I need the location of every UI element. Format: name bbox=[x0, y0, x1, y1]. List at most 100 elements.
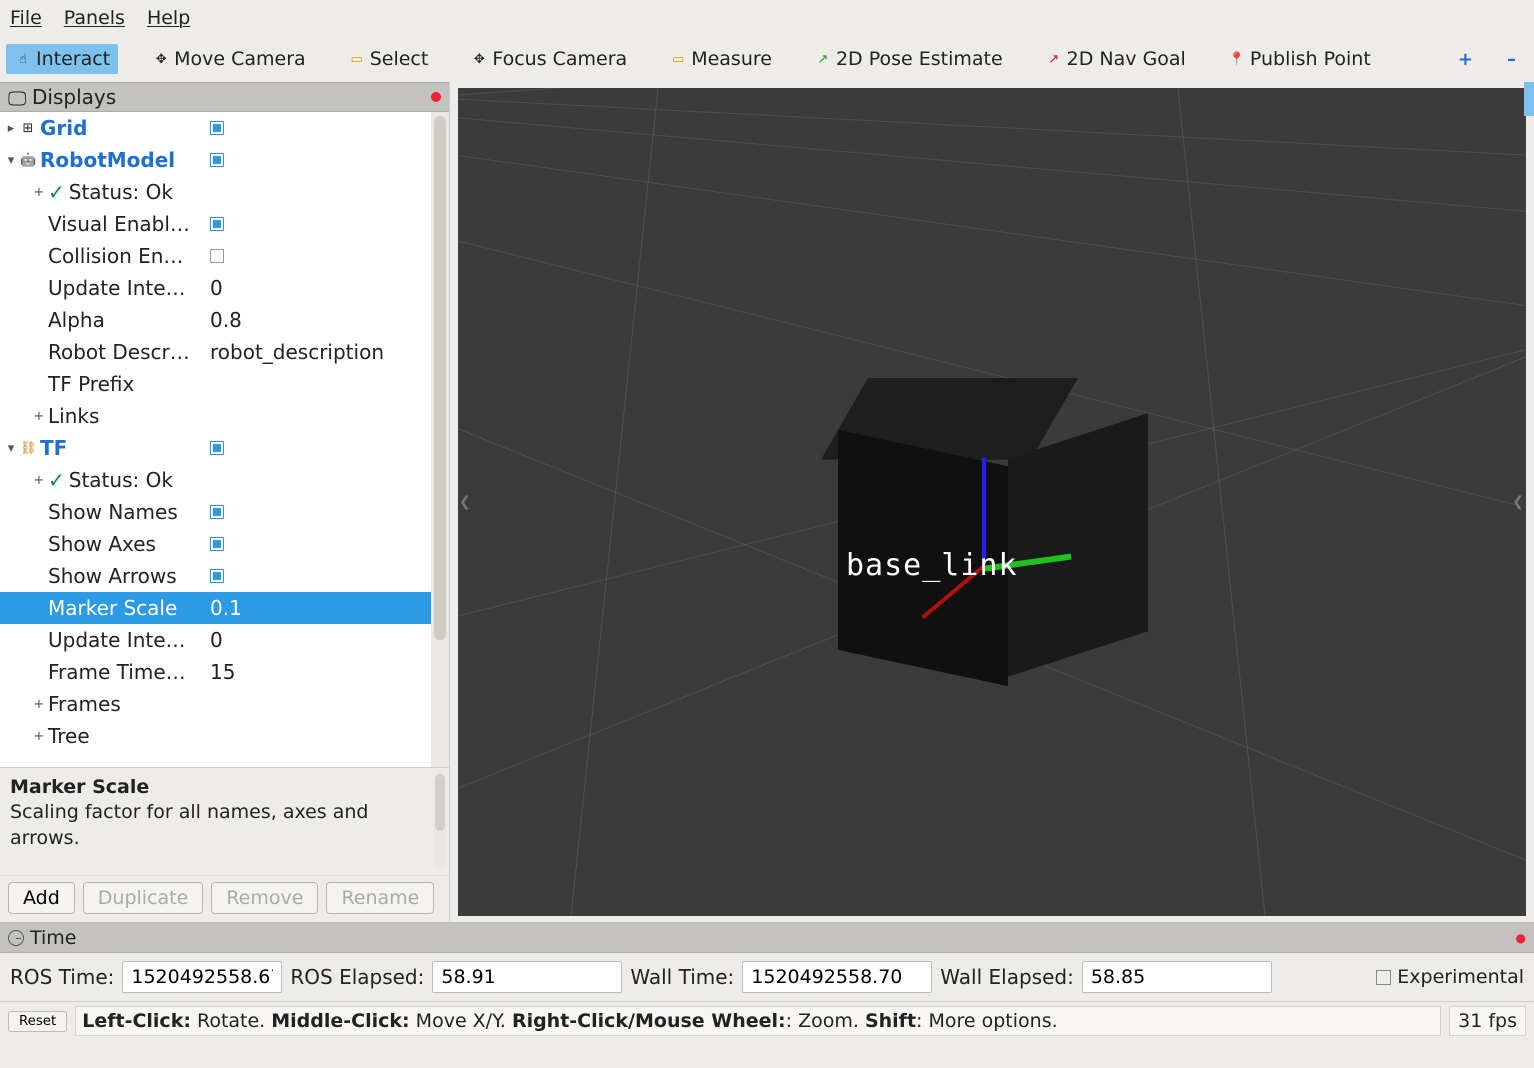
3d-viewport[interactable]: base_link ❮ ❮ bbox=[458, 88, 1526, 916]
menu-panels[interactable]: Panels bbox=[62, 5, 127, 31]
viewport-right-handle[interactable] bbox=[1524, 82, 1534, 116]
tree-item-frames[interactable]: +Frames bbox=[0, 688, 431, 720]
time-panel: Time ● ROS Time: ROS Elapsed: Wall Time:… bbox=[0, 922, 1534, 1001]
fps-display: 31 fps bbox=[1449, 1006, 1526, 1036]
tree-item-marker-scale[interactable]: Marker Scale 0.1 bbox=[0, 592, 431, 624]
displays-panel-close-icon[interactable] bbox=[431, 92, 441, 102]
checkbox-grid[interactable] bbox=[210, 121, 224, 135]
time-panel-header[interactable]: Time ● bbox=[0, 923, 1534, 953]
clock-icon bbox=[8, 930, 24, 946]
expander-icon[interactable]: ▸ bbox=[4, 121, 18, 135]
move-camera-icon: ✥ bbox=[152, 50, 170, 68]
toolbar-remove-icon[interactable]: – bbox=[1507, 49, 1516, 70]
measure-icon: ▭ bbox=[669, 50, 687, 68]
wall-elapsed-label: Wall Elapsed: bbox=[940, 965, 1074, 989]
tool-move-camera[interactable]: ✥Move Camera bbox=[144, 44, 314, 74]
checkbox-tf[interactable] bbox=[210, 441, 224, 455]
displays-panel-header[interactable]: 🖵 Displays bbox=[0, 82, 449, 112]
tree-item-frame-timeout[interactable]: Frame Time… 15 bbox=[0, 656, 431, 688]
displays-button-row: Add Duplicate Remove Rename bbox=[0, 875, 449, 922]
pose-estimate-icon: ↗ bbox=[814, 50, 832, 68]
description-body: Scaling factor for all names, axes and a… bbox=[10, 800, 439, 851]
menubar: File Panels Help bbox=[0, 0, 1534, 36]
displays-panel: 🖵 Displays ▸⊞Grid ▾🤖RobotModel +✓Status:… bbox=[0, 82, 450, 922]
displays-panel-icon: 🖵 bbox=[8, 88, 26, 106]
checkbox-show-axes[interactable] bbox=[210, 537, 224, 551]
robot-model-cube bbox=[868, 378, 1128, 638]
description-scrollbar[interactable] bbox=[433, 774, 447, 869]
ok-check-icon: ✓ bbox=[48, 468, 65, 492]
expander-icon[interactable]: ▾ bbox=[4, 441, 18, 455]
toolbar-add-icon[interactable]: + bbox=[1458, 49, 1473, 70]
description-title: Marker Scale bbox=[10, 776, 439, 798]
tree-item-robotmodel[interactable]: ▾🤖RobotModel bbox=[0, 144, 431, 176]
nav-goal-icon: ↗ bbox=[1045, 50, 1063, 68]
tree-item-show-axes[interactable]: Show Axes bbox=[0, 528, 431, 560]
expander-icon[interactable]: + bbox=[32, 697, 46, 711]
ros-time-label: ROS Time: bbox=[10, 965, 114, 989]
wall-time-label: Wall Time: bbox=[630, 965, 734, 989]
tree-item-links[interactable]: +Links bbox=[0, 400, 431, 432]
tool-publish-point[interactable]: 📍Publish Point bbox=[1220, 44, 1379, 74]
wall-time-field[interactable] bbox=[742, 961, 932, 993]
expander-icon[interactable]: + bbox=[32, 473, 46, 487]
splitter-right-icon[interactable]: ❮ bbox=[1512, 494, 1524, 510]
checkbox-collision-enabled[interactable] bbox=[210, 249, 224, 263]
tool-focus-camera[interactable]: ✥Focus Camera bbox=[462, 44, 635, 74]
checkbox-show-arrows[interactable] bbox=[210, 569, 224, 583]
ros-elapsed-field[interactable] bbox=[432, 961, 622, 993]
ros-time-field[interactable] bbox=[122, 961, 282, 993]
displays-panel-title: Displays bbox=[32, 85, 431, 109]
expander-icon[interactable]: + bbox=[32, 729, 46, 743]
robotmodel-icon: 🤖 bbox=[20, 153, 36, 168]
tree-item-tf-update-interval[interactable]: Update Inte… 0 bbox=[0, 624, 431, 656]
select-icon: ▭ bbox=[348, 50, 366, 68]
frame-label: base_link bbox=[846, 548, 1018, 583]
tree-item-tree[interactable]: +Tree bbox=[0, 720, 431, 752]
wall-elapsed-field[interactable] bbox=[1082, 961, 1272, 993]
tree-item-visual-enabled[interactable]: Visual Enabl… bbox=[0, 208, 431, 240]
checkbox-robotmodel[interactable] bbox=[210, 153, 224, 167]
grid-icon: ⊞ bbox=[20, 121, 36, 136]
tree-item-robot-description[interactable]: Robot Descr… robot_description bbox=[0, 336, 431, 368]
expander-icon[interactable]: + bbox=[32, 185, 46, 199]
tree-item-show-names[interactable]: Show Names bbox=[0, 496, 431, 528]
remove-button[interactable]: Remove bbox=[211, 882, 318, 914]
displays-tree[interactable]: ▸⊞Grid ▾🤖RobotModel +✓Status: Ok Visual … bbox=[0, 112, 431, 767]
tool-2d-nav-goal[interactable]: ↗2D Nav Goal bbox=[1037, 44, 1194, 74]
splitter-left-icon[interactable]: ❮ bbox=[459, 494, 471, 510]
tree-item-rm-update-interval[interactable]: Update Inte… 0 bbox=[0, 272, 431, 304]
tree-item-alpha[interactable]: Alpha 0.8 bbox=[0, 304, 431, 336]
tool-measure[interactable]: ▭Measure bbox=[661, 44, 780, 74]
interact-icon: ☝ bbox=[14, 50, 32, 68]
experimental-checkbox[interactable] bbox=[1376, 970, 1391, 985]
focus-icon: ✥ bbox=[470, 50, 488, 68]
duplicate-button[interactable]: Duplicate bbox=[83, 882, 204, 914]
publish-point-icon: 📍 bbox=[1228, 50, 1246, 68]
tree-scrollbar[interactable] bbox=[431, 112, 449, 767]
toolbar: ☝Interact ✥Move Camera ▭Select ✥Focus Ca… bbox=[0, 36, 1534, 82]
checkbox-show-names[interactable] bbox=[210, 505, 224, 519]
tree-item-tf-status[interactable]: +✓Status: Ok bbox=[0, 464, 431, 496]
checkbox-visual-enabled[interactable] bbox=[210, 217, 224, 231]
expander-icon[interactable]: ▾ bbox=[4, 153, 18, 167]
tool-interact[interactable]: ☝Interact bbox=[6, 44, 118, 74]
tree-item-robotmodel-status[interactable]: +✓Status: Ok bbox=[0, 176, 431, 208]
tree-item-tf[interactable]: ▾⛓TF bbox=[0, 432, 431, 464]
property-description: Marker Scale Scaling factor for all name… bbox=[0, 767, 449, 875]
tree-item-grid[interactable]: ▸⊞Grid bbox=[0, 112, 431, 144]
status-bar: Reset Left-Click: Rotate. Middle-Click: … bbox=[0, 1001, 1534, 1040]
tool-2d-pose-estimate[interactable]: ↗2D Pose Estimate bbox=[806, 44, 1011, 74]
menu-file[interactable]: File bbox=[8, 5, 44, 31]
expander-icon[interactable]: + bbox=[32, 409, 46, 423]
ok-check-icon: ✓ bbox=[48, 180, 65, 204]
add-button[interactable]: Add bbox=[8, 882, 75, 914]
tree-item-show-arrows[interactable]: Show Arrows bbox=[0, 560, 431, 592]
tree-item-collision-enabled[interactable]: Collision En… bbox=[0, 240, 431, 272]
tree-item-tf-prefix[interactable]: TF Prefix bbox=[0, 368, 431, 400]
rename-button[interactable]: Rename bbox=[326, 882, 434, 914]
tool-select[interactable]: ▭Select bbox=[340, 44, 437, 74]
reset-button[interactable]: Reset bbox=[8, 1011, 67, 1032]
experimental-label: Experimental bbox=[1397, 966, 1524, 988]
menu-help[interactable]: Help bbox=[145, 5, 192, 31]
